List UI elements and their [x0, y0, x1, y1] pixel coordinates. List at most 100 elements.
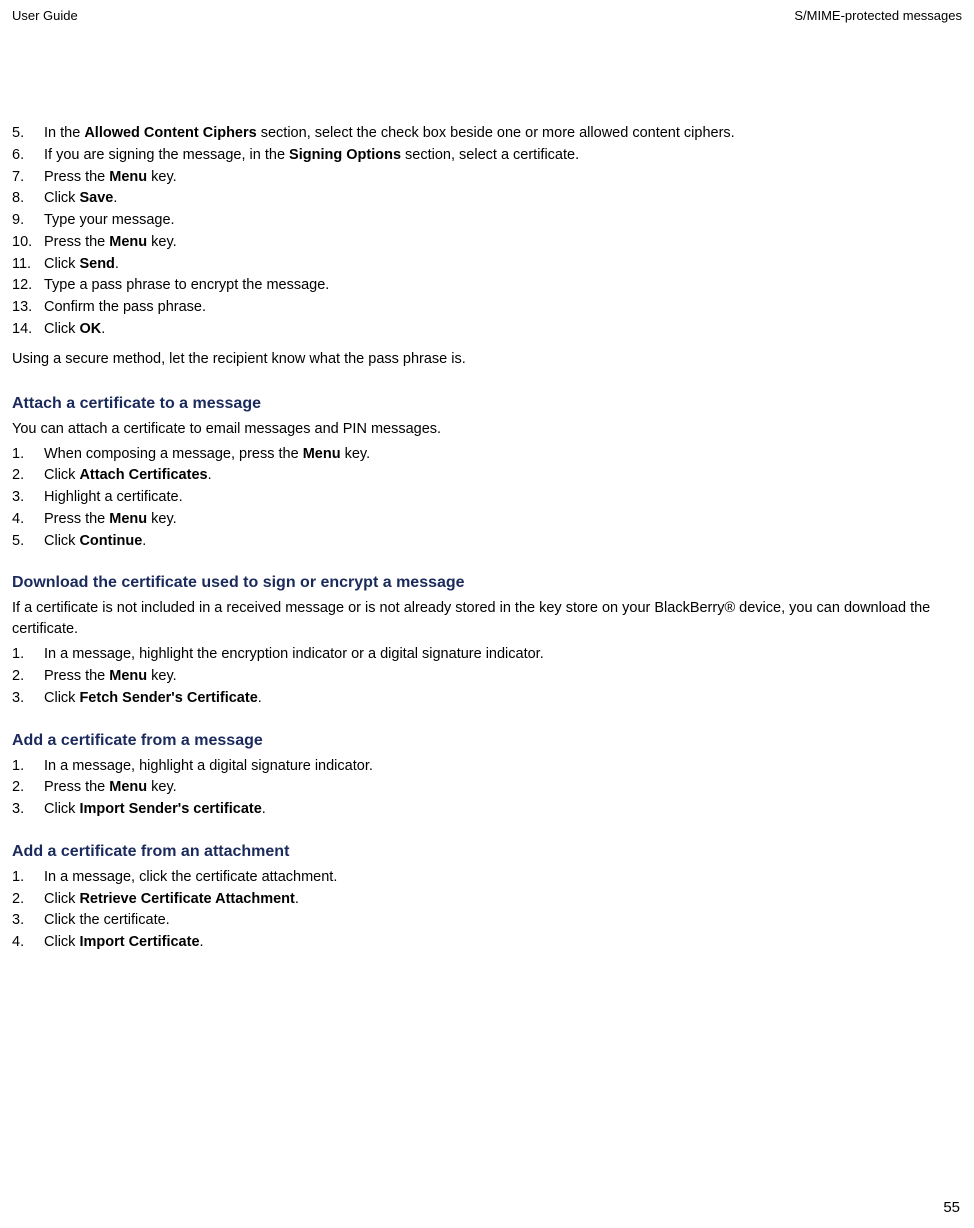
bold-term: Save: [79, 190, 113, 206]
list-item: 2.Click Retrieve Certificate Attachment.: [8, 889, 966, 911]
page-number: 55: [943, 1199, 960, 1216]
section-intro: If a certificate is not included in a re…: [8, 598, 966, 640]
list-text: Click Fetch Sender's Certificate.: [44, 688, 262, 710]
list-item: 3.Click the certificate.: [8, 910, 966, 932]
section-heading: Download the certificate used to sign or…: [8, 574, 966, 592]
list-item: 7.Press the Menu key.: [8, 167, 966, 189]
list-number: 5.: [12, 123, 44, 145]
list-item: 8.Click Save.: [8, 188, 966, 210]
bold-term: Menu: [109, 511, 147, 527]
list-text: Click OK.: [44, 319, 105, 341]
list-number: 4.: [12, 932, 44, 954]
list-item: 2.Click Attach Certificates.: [8, 465, 966, 487]
list-item: 9.Type your message.: [8, 210, 966, 232]
steps-list: 1.In a message, highlight the encryption…: [8, 644, 966, 709]
page-header: User Guide S/MIME-protected messages: [8, 8, 966, 23]
list-text: Click Import Certificate.: [44, 932, 204, 954]
bold-term: Menu: [303, 446, 341, 462]
list-number: 3.: [12, 688, 44, 710]
list-number: 1.: [12, 444, 44, 466]
page-content: 5.In the Allowed Content Ciphers section…: [8, 123, 966, 954]
section-heading: Add a certificate from an attachment: [8, 843, 966, 861]
bold-term: OK: [79, 321, 101, 337]
list-item: 4.Click Import Certificate.: [8, 932, 966, 954]
list-text: Click Retrieve Certificate Attachment.: [44, 889, 299, 911]
instruction-list-continued: 5.In the Allowed Content Ciphers section…: [8, 123, 966, 341]
bold-term: Signing Options: [289, 147, 401, 163]
list-number: 5.: [12, 531, 44, 553]
list-number: 3.: [12, 799, 44, 821]
list-number: 13.: [12, 297, 44, 319]
bold-term: Menu: [109, 169, 147, 185]
bold-term: Menu: [109, 234, 147, 250]
list-number: 2.: [12, 777, 44, 799]
steps-list: 1.When composing a message, press the Me…: [8, 444, 966, 553]
list-number: 8.: [12, 188, 44, 210]
list-text: Click Send.: [44, 254, 119, 276]
bold-term: Send: [79, 256, 114, 272]
bold-term: Import Sender's certificate: [79, 801, 261, 817]
bold-term: Import Certificate: [79, 934, 199, 950]
list-text: In a message, highlight a digital signat…: [44, 756, 373, 778]
list-text: Click Continue.: [44, 531, 146, 553]
header-right: S/MIME-protected messages: [794, 8, 962, 23]
list-number: 2.: [12, 889, 44, 911]
list-number: 7.: [12, 167, 44, 189]
list-text: Press the Menu key.: [44, 232, 177, 254]
bold-term: Attach Certificates: [79, 467, 207, 483]
list-item: 1.In a message, highlight a digital sign…: [8, 756, 966, 778]
section-heading: Add a certificate from a message: [8, 732, 966, 750]
bold-term: Menu: [109, 779, 147, 795]
list-number: 9.: [12, 210, 44, 232]
list-item: 6.If you are signing the message, in the…: [8, 145, 966, 167]
header-left: User Guide: [12, 8, 78, 23]
list-number: 14.: [12, 319, 44, 341]
list-text: Click Attach Certificates.: [44, 465, 212, 487]
steps-list: 1.In a message, click the certificate at…: [8, 867, 966, 954]
list-text: Press the Menu key.: [44, 666, 177, 688]
steps-list: 1.In a message, highlight a digital sign…: [8, 756, 966, 821]
list-number: 2.: [12, 666, 44, 688]
list-text: In a message, click the certificate atta…: [44, 867, 337, 889]
section-intro: You can attach a certificate to email me…: [8, 419, 966, 440]
bold-term: Continue: [79, 533, 142, 549]
list-text: Click Save.: [44, 188, 117, 210]
list-number: 1.: [12, 756, 44, 778]
list-item: 14.Click OK.: [8, 319, 966, 341]
bold-term: Menu: [109, 668, 147, 684]
list-item: 13.Confirm the pass phrase.: [8, 297, 966, 319]
list-text: In the Allowed Content Ciphers section, …: [44, 123, 735, 145]
list-number: 3.: [12, 487, 44, 509]
list-number: 4.: [12, 509, 44, 531]
sections-container: Attach a certificate to a message You can…: [8, 395, 966, 954]
list-text: When composing a message, press the Menu…: [44, 444, 370, 466]
list-text: In a message, highlight the encryption i…: [44, 644, 544, 666]
list-item: 4.Press the Menu key.: [8, 509, 966, 531]
list-number: 12.: [12, 275, 44, 297]
bold-term: Fetch Sender's Certificate: [79, 690, 257, 706]
list-item: 3.Highlight a certificate.: [8, 487, 966, 509]
list-item: 5.Click Continue.: [8, 531, 966, 553]
list-item: 1.When composing a message, press the Me…: [8, 444, 966, 466]
list-text: Click Import Sender's certificate.: [44, 799, 266, 821]
list-number: 11.: [12, 254, 44, 276]
note-paragraph: Using a secure method, let the recipient…: [8, 351, 966, 367]
list-text: Press the Menu key.: [44, 509, 177, 531]
list-text: Type a pass phrase to encrypt the messag…: [44, 275, 329, 297]
list-text: If you are signing the message, in the S…: [44, 145, 579, 167]
list-number: 6.: [12, 145, 44, 167]
section-heading: Attach a certificate to a message: [8, 395, 966, 413]
list-number: 10.: [12, 232, 44, 254]
bold-term: Allowed Content Ciphers: [84, 125, 256, 141]
list-item: 2.Press the Menu key.: [8, 777, 966, 799]
list-item: 2.Press the Menu key.: [8, 666, 966, 688]
list-item: 12.Type a pass phrase to encrypt the mes…: [8, 275, 966, 297]
list-text: Confirm the pass phrase.: [44, 297, 206, 319]
list-item: 5.In the Allowed Content Ciphers section…: [8, 123, 966, 145]
list-item: 11.Click Send.: [8, 254, 966, 276]
list-text: Press the Menu key.: [44, 167, 177, 189]
list-item: 10.Press the Menu key.: [8, 232, 966, 254]
list-number: 1.: [12, 644, 44, 666]
list-item: 3.Click Fetch Sender's Certificate.: [8, 688, 966, 710]
bold-term: Retrieve Certificate Attachment: [79, 891, 294, 907]
